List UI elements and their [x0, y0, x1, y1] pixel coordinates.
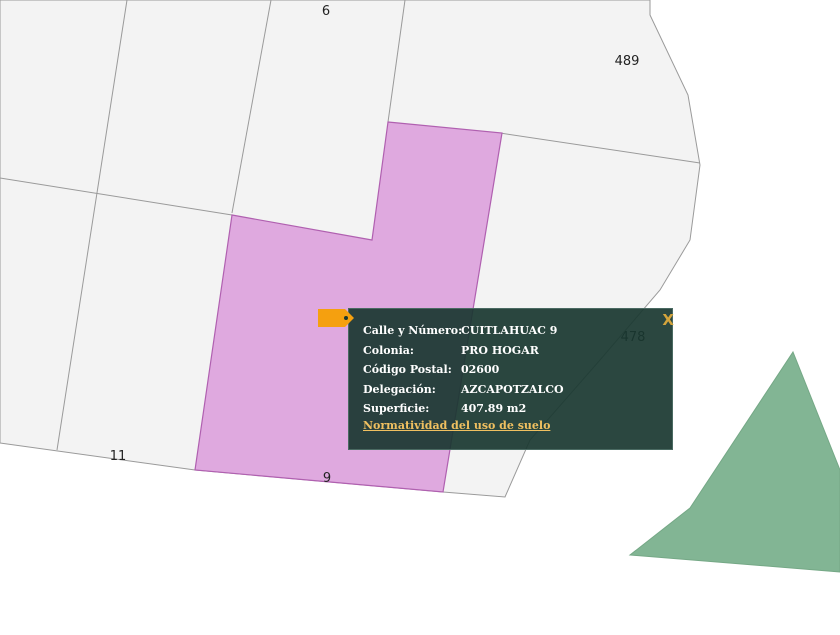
location-tag-icon: [318, 309, 354, 327]
lot-label-489: 489: [615, 54, 640, 69]
land-use-regulation-link[interactable]: Normatividad del uso de suelo: [363, 419, 550, 432]
info-value: 02600: [461, 363, 500, 376]
info-row-area: Superficie: 407.89 m2: [363, 399, 564, 419]
lot-info-rows: Calle y Número: CUITLAHUAC 9 Colonia: PR…: [363, 321, 564, 419]
info-row-colonia: Colonia: PRO HOGAR: [363, 341, 564, 361]
close-popup-button[interactable]: X: [662, 311, 674, 329]
lot-info-popup: Calle y Número: CUITLAHUAC 9 Colonia: PR…: [348, 308, 674, 450]
info-label: Superficie:: [363, 402, 430, 415]
info-value: 407.89 m2: [461, 402, 527, 415]
info-label: Colonia:: [363, 343, 414, 357]
info-label: Código Postal:: [363, 363, 452, 376]
lot-label-11: 11: [110, 449, 127, 464]
info-label: Calle y Número:: [363, 324, 463, 337]
info-label: Delegación:: [363, 382, 436, 396]
lot-label-6: 6: [322, 4, 330, 19]
info-row-delegacion: Delegación: AZCAPOTZALCO: [363, 380, 564, 400]
info-value: AZCAPOTZALCO: [461, 382, 564, 396]
info-row-address: Calle y Número: CUITLAHUAC 9: [363, 321, 564, 341]
info-value: PRO HOGAR: [461, 343, 539, 357]
info-row-postal-code: Código Postal: 02600: [363, 360, 564, 380]
info-value: CUITLAHUAC 9: [461, 324, 558, 337]
lot-label-9: 9: [323, 471, 331, 486]
